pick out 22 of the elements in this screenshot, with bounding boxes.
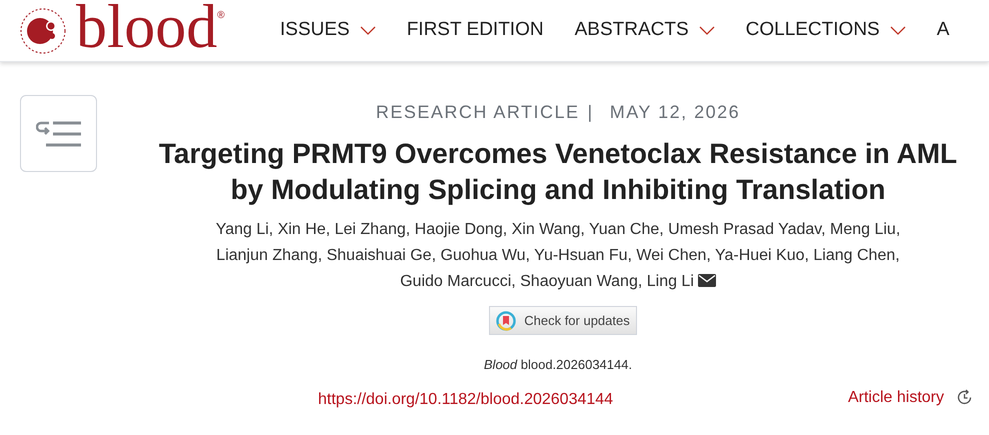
doi-link[interactable]: https://doi.org/10.1182/blood.2026034144	[318, 388, 614, 412]
logo-wordmark[interactable]: blood	[76, 0, 218, 58]
email-icon[interactable]	[698, 274, 716, 287]
nav-link[interactable]: A	[936, 16, 950, 45]
nav-link[interactable]: COLLECTIONS	[746, 16, 906, 45]
nav-link[interactable]: ISSUES	[280, 16, 376, 45]
article-title: Targeting PRMT9 Overcomes Venetoclax Resistance in AML by Modulating Splicing and Inhibiting Translation	[158, 137, 958, 207]
history-clock-icon[interactable]	[956, 389, 973, 406]
separator: |	[588, 101, 594, 124]
journal-citation: Blood blood.2026034144.	[484, 356, 632, 374]
article-type: RESEARCH ARTICLE	[376, 101, 580, 124]
check-for-updates-button[interactable]: Check for updates	[489, 306, 637, 335]
button-label: Check for updates	[524, 312, 630, 330]
outline-toggle-button[interactable]	[20, 95, 97, 172]
list-indent-icon	[36, 120, 82, 148]
article-history-link[interactable]: Article history	[848, 386, 944, 410]
publish-date: MAY 12, 2026	[610, 101, 740, 124]
bookmark-ring-icon	[496, 310, 516, 330]
registered-mark: ®	[217, 8, 225, 22]
author-list: Yang Li, Xin He, Lei Zhang, Haojie Dong, Xin Wang, Yuan Che, Umesh Prasad Yadav, Meng Liu, Lianjun Zhang, Shuaishuai Ge, Guohua Wu, Yu-Hsuan Fu, Wei Chen, Ya-Huei Kuo, Liang Chen, Guido Marcucci, Shaoyuan Wang, Ling Li	[213, 217, 903, 295]
nav-link[interactable]: ABSTRACTS	[574, 16, 715, 45]
nav-link[interactable]: FIRST EDITION	[406, 16, 544, 45]
